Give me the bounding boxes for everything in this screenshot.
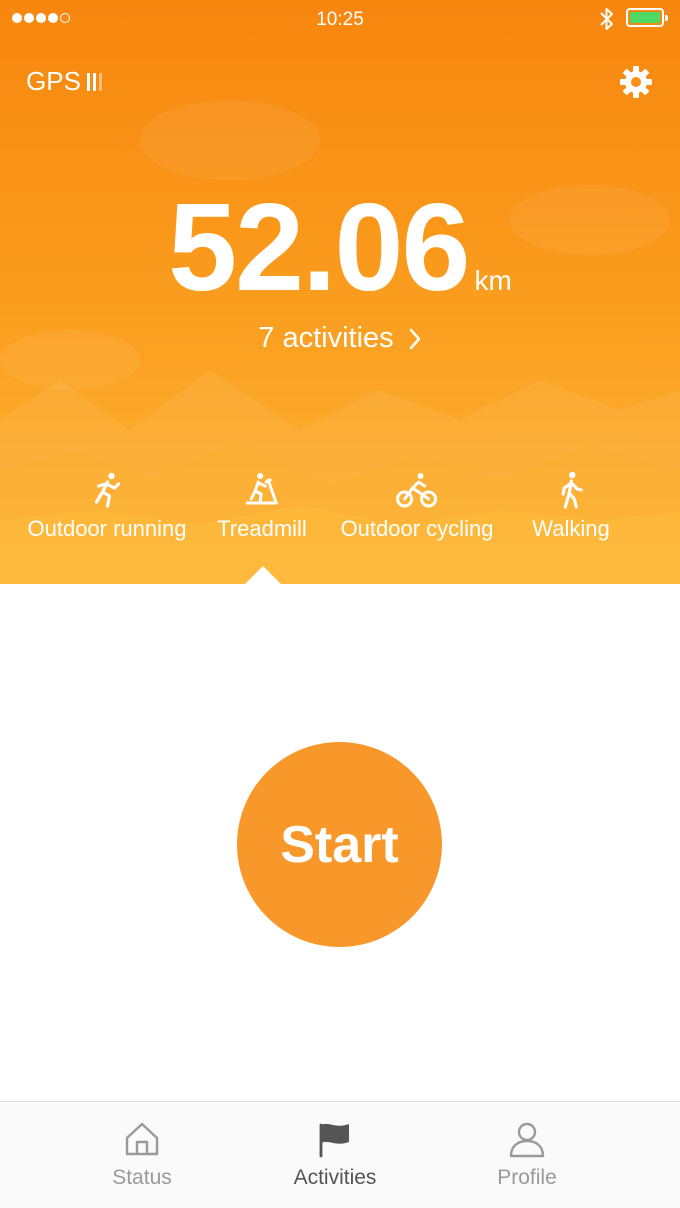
distance-value: 52.06 — [168, 179, 470, 317]
cycling-icon — [396, 473, 438, 508]
activity-type-label: Outdoor cycling — [340, 516, 494, 541]
status-time: 10:25 — [316, 9, 364, 30]
gear-icon[interactable] — [618, 64, 654, 100]
activity-type-treadmill[interactable]: Treadmill — [217, 470, 307, 542]
flag-icon — [319, 1123, 349, 1158]
person-icon — [509, 1122, 545, 1158]
total-distance: 52.06 km — [0, 186, 680, 310]
activity-type-label: Walking — [532, 516, 610, 541]
status-bar: 10:25 — [0, 0, 680, 40]
start-button[interactable]: Start — [237, 742, 442, 947]
treadmill-icon — [245, 473, 278, 505]
battery-level — [630, 12, 660, 23]
chevron-right-icon — [409, 328, 420, 349]
tab-label: Profile — [497, 1166, 557, 1189]
gps-signal-bars-icon — [86, 72, 102, 91]
tab-status[interactable]: Status — [72, 1120, 212, 1190]
activity-type-label: Treadmill — [217, 516, 307, 541]
activities-count-link[interactable]: 7 activities — [0, 322, 680, 355]
activity-type-selector: Outdoor running Treadmill Outdoor cyclin… — [0, 470, 680, 560]
bluetooth-icon — [600, 8, 613, 30]
distance-unit: km — [474, 265, 512, 296]
tab-label: Activities — [293, 1166, 377, 1189]
gps-status: GPS — [26, 66, 102, 97]
activities-count-label: 7 activities — [258, 322, 394, 354]
tab-profile[interactable]: Profile — [457, 1120, 597, 1190]
running-icon — [94, 472, 120, 508]
tab-label: Status — [112, 1166, 172, 1189]
hero-banner: 10:25 GPS 52.06 km 7 activities Outdoor … — [0, 0, 680, 584]
selected-type-indicator — [245, 566, 281, 584]
gps-label: GPS — [26, 66, 81, 96]
activity-type-walking[interactable]: Walking — [532, 470, 610, 542]
battery-icon — [626, 8, 668, 27]
activity-type-outdoor-running[interactable]: Outdoor running — [28, 470, 187, 542]
activity-type-label: Outdoor running — [27, 516, 187, 541]
walking-icon — [561, 471, 583, 509]
tab-activities[interactable]: Activities — [265, 1120, 405, 1190]
activity-type-outdoor-cycling[interactable]: Outdoor cycling — [340, 470, 494, 542]
bottom-tab-bar: Status Activities Profile — [0, 1101, 680, 1208]
home-icon — [125, 1122, 159, 1156]
